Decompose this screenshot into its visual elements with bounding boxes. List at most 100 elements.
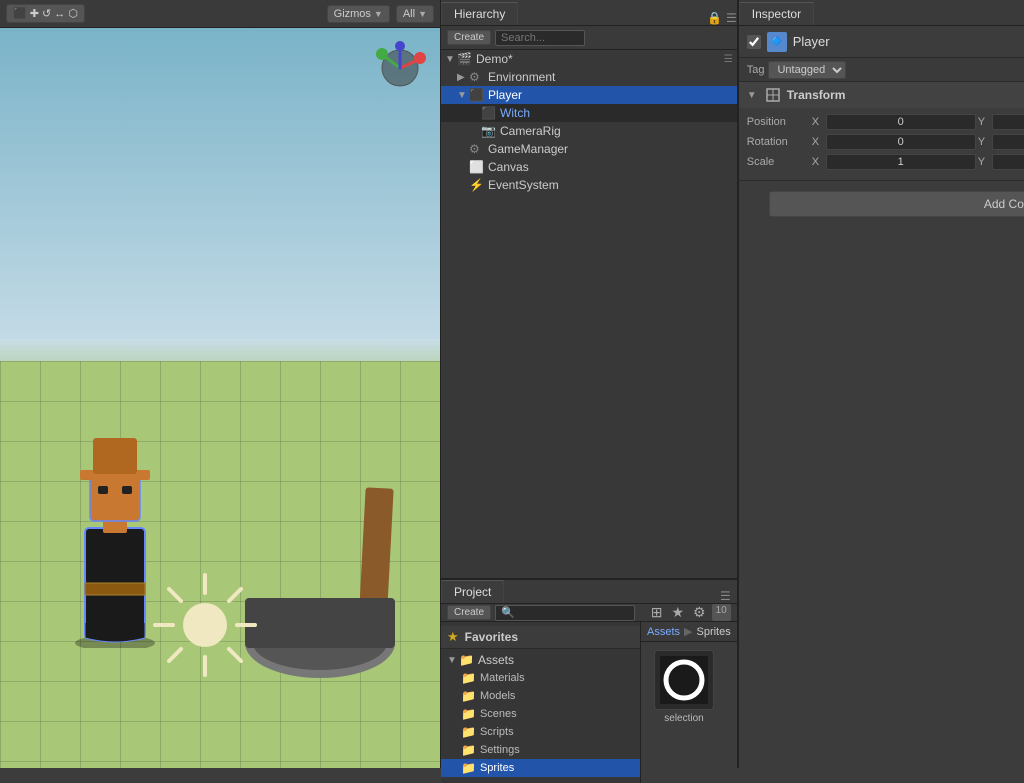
settings-folder-icon: 📁 [461,743,476,757]
gizmos-button[interactable]: Gizmos ▼ [327,5,390,23]
rotation-y-input[interactable] [992,134,1024,150]
object-name-label: Player [793,34,1024,49]
models-label: Models [480,690,515,702]
position-xyz: X Y Z [812,114,1024,130]
materials-label: Materials [480,672,525,684]
well-body [245,598,395,648]
inspector-content: 🔷 Player Static Tag Untagged Layer Defau… [739,26,1024,768]
environment-icon: ⚙ [469,70,485,84]
hierarchy-scene-root[interactable]: ▼ 🎬 Demo* ☰ [441,50,737,68]
object-active-checkbox[interactable] [747,35,761,49]
proj-icon-btn-2[interactable]: ★ [668,604,687,621]
position-y-input[interactable] [992,114,1024,130]
sun-area [145,565,265,688]
project-tab-strip: Project ☰ [441,580,737,604]
hierarchy-item-camerarig[interactable]: 📷 CameraRig [441,122,737,140]
tag-select[interactable]: Untagged [768,61,846,79]
hierarchy-toolbar: Create [441,26,737,50]
hierarchy-search-input[interactable] [495,30,585,46]
scene-toolbar: ⬛ ✚ ↺ ↔ ⬡ Gizmos ▼ All ▼ [0,0,440,28]
player-label: Player [488,88,522,102]
scene-gizmo [370,38,430,101]
hierarchy-options-icon[interactable]: ☰ [724,54,733,65]
hierarchy-tab-strip: Hierarchy 🔒 ☰ [441,0,737,26]
gamemanager-icon: ⚙ [469,142,485,156]
scripts-folder-icon: 📁 [461,725,476,739]
hierarchy-item-canvas[interactable]: ⬜ Canvas [441,158,737,176]
rotation-label: Rotation [747,136,812,148]
transform-scale-row: Scale X Y Z [747,154,1024,170]
player-icon: ⬛ [469,88,485,102]
position-x-letter: X [812,116,824,128]
position-x-group: X [812,114,976,130]
hierarchy-item-environment[interactable]: ▶ ⚙ Environment [441,68,737,86]
breadcrumb-assets[interactable]: Assets [647,626,680,638]
project-tree: ★ Favorites ▼ 📁 Assets 📁 Materials [441,622,641,783]
position-y-letter: Y [978,116,990,128]
tree-item-scenes[interactable]: 📁 Scenes [441,705,640,723]
transform-position-row: Position X Y Z [747,114,1024,130]
scale-xyz: X Y Z [812,154,1024,170]
tree-item-scripts[interactable]: 📁 Scripts [441,723,640,741]
position-x-input[interactable] [826,114,976,130]
witch-label: Witch [500,106,530,120]
middle-column: Hierarchy 🔒 ☰ Create ▼ 🎬 Demo* ☰ [440,0,738,768]
hierarchy-tab[interactable]: Hierarchy [441,2,518,25]
proj-icon-btn-1[interactable]: ⊞ [648,604,666,621]
scenes-folder-icon: 📁 [461,707,476,721]
transform-component: ▼ Transform ⚙ ⋮ Position [739,82,1024,181]
project-search-input[interactable] [495,605,635,621]
asset-count-badge: 10 [712,604,731,621]
scene-view[interactable] [0,28,440,768]
inspector-tag-layer-bar: Tag Untagged Layer Default [739,58,1024,82]
asset-item-selection[interactable]: selection [649,650,719,724]
inspector-tab-label: Inspector [752,7,801,21]
rotation-x-input[interactable] [826,134,976,150]
inspector-tab-strip: Inspector ☰ 🔒 [739,0,1024,26]
tree-item-sprites[interactable]: 📁 Sprites [441,759,640,777]
scale-x-letter: X [812,156,824,168]
canvas-icon: ⬜ [469,160,485,174]
scale-y-input[interactable] [992,154,1024,170]
sun-svg [145,565,265,685]
all-layers-button[interactable]: All ▼ [396,5,434,23]
hierarchy-create-button[interactable]: Create [447,30,491,45]
project-menu-icon[interactable]: ☰ [714,589,737,603]
sprites-label: Sprites [480,762,514,774]
scene-panel: ⬛ ✚ ↺ ↔ ⬡ Gizmos ▼ All ▼ [0,0,440,768]
object-type-symbol: 🔷 [771,36,782,47]
camerarig-icon: 📷 [481,124,497,138]
scene-icon: 🎬 [457,52,473,66]
transform-fields: Position X Y Z [739,108,1024,180]
tree-item-materials[interactable]: 📁 Materials [441,669,640,687]
scene-root-label: Demo* [476,52,513,66]
eventsystem-icon: ⚡ [469,178,485,192]
rotation-x-group: X [812,134,976,150]
hierarchy-tab-label: Hierarchy [454,7,505,21]
hierarchy-item-player[interactable]: ▼ ⬛ Player [441,86,737,104]
proj-icon-btn-3[interactable]: ⚙ [690,604,709,621]
environment-arrow: ▶ [457,72,469,83]
project-create-button[interactable]: Create [447,605,491,620]
hierarchy-item-witch[interactable]: ⬛ Witch [441,104,737,122]
hierarchy-item-eventsystem[interactable]: ⚡ EventSystem [441,176,737,194]
transform-header[interactable]: ▼ Transform ⚙ ⋮ [739,82,1024,108]
hierarchy-panel: Hierarchy 🔒 ☰ Create ▼ 🎬 Demo* ☰ [440,0,738,578]
transform-rotation-row: Rotation X Y Z [747,134,1024,150]
rotation-y-letter: Y [978,136,990,148]
tag-label: Tag [747,64,765,76]
hierarchy-menu-icon[interactable]: ☰ [726,11,737,25]
hierarchy-item-gamemanager[interactable]: ⚙ GameManager [441,140,737,158]
inspector-tab[interactable]: Inspector [739,2,814,25]
scale-x-input[interactable] [826,154,976,170]
add-component-button[interactable]: Add Component [769,191,1024,217]
assets-tree-root[interactable]: ▼ 📁 Assets [441,651,640,669]
tree-item-settings[interactable]: 📁 Settings [441,741,640,759]
project-content: ★ Favorites ▼ 📁 Assets 📁 Materials [441,622,737,783]
hierarchy-content: ▼ 🎬 Demo* ☰ ▶ ⚙ Environment ▼ ⬛ [441,50,737,578]
witch-icon: ⬛ [481,106,497,120]
project-tab-label: Project [454,585,491,599]
tools-button[interactable]: ⬛ ✚ ↺ ↔ ⬡ [6,4,85,23]
project-tab[interactable]: Project [441,580,504,603]
tree-item-models[interactable]: 📁 Models [441,687,640,705]
